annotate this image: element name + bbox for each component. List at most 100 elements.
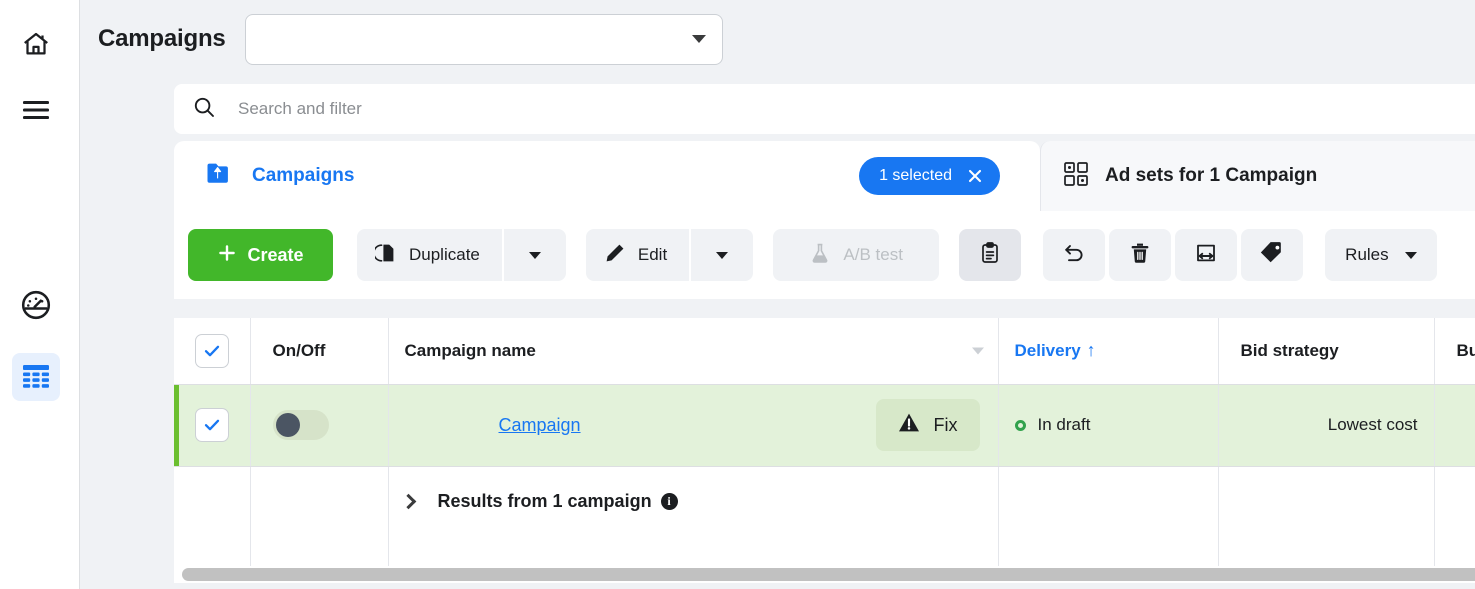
table-summary-row: Results from 1 campaign i: [174, 466, 1475, 566]
column-header-delivery[interactable]: Delivery ↑: [998, 318, 1219, 385]
edit-button-label: Edit: [637, 245, 668, 264]
undo-icon: [1062, 241, 1086, 270]
chevron-down-icon[interactable]: [971, 347, 984, 355]
select-all-header[interactable]: [174, 318, 251, 385]
selection-badge[interactable]: 1 selected: [859, 157, 1000, 195]
trash-icon: [1128, 241, 1152, 270]
row-selected-accent: [174, 384, 179, 466]
tag-button[interactable]: [1241, 229, 1304, 281]
row-delivery-cell: In draft: [998, 384, 1219, 467]
ab-test-button-label: A/B test: [843, 245, 903, 264]
delivery-status-label: In draft: [1037, 415, 1091, 434]
ads-manager-page: Campaigns Search and filter Campaigns 1 …: [0, 0, 1475, 589]
summary-delivery-cell: [998, 466, 1219, 566]
summary-check-cell: [174, 466, 251, 566]
account-select[interactable]: [244, 13, 723, 65]
sort-ascending-icon: ↑: [1086, 340, 1096, 361]
column-header-delivery-label: Delivery: [1014, 341, 1081, 361]
tab-campaigns-label: Campaigns: [252, 165, 355, 186]
row-bid-strategy-cell: Lowest cost: [1218, 384, 1435, 467]
campaign-toggle[interactable]: [272, 410, 329, 440]
duplicate-dropdown-button[interactable]: [503, 229, 566, 281]
flask-icon: [809, 242, 831, 269]
tab-ad-sets[interactable]: Ad sets for 1 Campaign: [1040, 141, 1475, 211]
sidebar-item-performance[interactable]: [12, 281, 60, 329]
entity-tabs: Campaigns 1 selected Ad sets for 1 Campa…: [174, 141, 1475, 211]
tab-ad-sets-label: Ad sets for 1 Campaign: [1105, 165, 1318, 186]
rules-button-label: Rules: [1345, 245, 1389, 264]
table-row[interactable]: Campaign Fix In draft Lowest cost: [174, 384, 1475, 467]
clipboard-button[interactable]: [959, 229, 1022, 281]
clipboard-icon: [978, 241, 1002, 270]
edit-button[interactable]: Edit: [585, 229, 690, 281]
bid-strategy-value: Lowest cost: [1327, 415, 1418, 434]
column-header-campaign-name-label: Campaign name: [404, 340, 536, 360]
page-title: Campaigns: [98, 25, 226, 52]
table-icon: [22, 364, 50, 390]
summary-bid-cell: [1218, 466, 1435, 566]
toggle-knob: [275, 413, 300, 437]
campaign-folder-icon: [206, 161, 236, 192]
row-onoff-cell[interactable]: [250, 384, 389, 467]
row-budget-cell: [1434, 384, 1475, 467]
column-header-budget[interactable]: Budget: [1434, 318, 1475, 385]
campaign-name-link[interactable]: Campaign: [499, 415, 581, 436]
chevron-down-icon: [1404, 251, 1417, 259]
column-header-onoff[interactable]: On/Off: [250, 318, 389, 385]
summary-budget-cell: [1434, 466, 1475, 566]
create-button-label: Create: [247, 244, 304, 265]
export-button[interactable]: [1175, 229, 1238, 281]
main-content: Campaigns Search and filter Campaigns 1 …: [80, 0, 1475, 589]
sidebar-item-home[interactable]: [12, 20, 60, 68]
delete-button[interactable]: [1109, 229, 1172, 281]
summary-label: Results from 1 campaign: [437, 490, 652, 511]
plus-icon: [217, 243, 237, 268]
row-campaign-name-cell: Campaign Fix: [388, 384, 999, 467]
search-icon: [192, 95, 216, 124]
ad-sets-grid-icon: [1063, 161, 1089, 192]
close-icon[interactable]: [966, 167, 984, 185]
rules-button[interactable]: Rules: [1325, 229, 1437, 281]
tab-campaigns[interactable]: Campaigns 1 selected: [174, 141, 1040, 211]
page-header: Campaigns: [80, 0, 1475, 78]
chevron-right-icon[interactable]: [400, 493, 416, 509]
duplicate-icon: [373, 242, 397, 269]
selection-badge-label: 1 selected: [879, 167, 952, 184]
horizontal-scrollbar-thumb[interactable]: [182, 568, 1475, 581]
fix-button[interactable]: Fix: [875, 399, 980, 451]
summary-onoff-cell: [250, 466, 389, 566]
edit-dropdown-button[interactable]: [691, 229, 754, 281]
pencil-icon: [604, 242, 626, 269]
left-nav-rail: [0, 0, 80, 589]
chevron-down-icon: [691, 35, 706, 43]
duplicate-button[interactable]: Duplicate: [357, 229, 502, 281]
search-input[interactable]: [238, 99, 738, 119]
warning-triangle-icon: [898, 412, 920, 438]
summary-name-cell: Results from 1 campaign i: [388, 466, 999, 566]
horizontal-scrollbar[interactable]: [174, 566, 1475, 583]
undo-button[interactable]: [1043, 229, 1106, 281]
create-button[interactable]: Create: [188, 229, 333, 281]
row-checkbox[interactable]: [194, 408, 229, 442]
select-all-checkbox[interactable]: [194, 333, 229, 368]
fix-button-label: Fix: [933, 414, 958, 435]
menu-icon: [21, 97, 51, 123]
export-icon: [1194, 241, 1218, 270]
sidebar-item-ads-manager[interactable]: [12, 353, 60, 401]
edit-split-button: Edit: [585, 229, 754, 281]
duplicate-split-button: Duplicate: [357, 229, 566, 281]
tag-icon: [1260, 241, 1284, 270]
column-header-bid-strategy[interactable]: Bid strategy: [1218, 318, 1435, 385]
sidebar-item-menu[interactable]: [12, 86, 60, 134]
ab-test-button[interactable]: A/B test: [773, 229, 940, 281]
row-select-cell[interactable]: [174, 384, 251, 467]
home-icon: [21, 29, 51, 59]
column-header-campaign-name[interactable]: Campaign name: [388, 318, 999, 385]
search-and-filter-bar[interactable]: [174, 84, 1475, 134]
info-icon[interactable]: i: [660, 492, 678, 510]
chevron-down-icon: [716, 251, 729, 259]
campaigns-table: On/Off Campaign name Delivery ↑ Bid strat…: [174, 318, 1475, 566]
status-dot-draft-icon: [1014, 419, 1026, 431]
table-header-row: On/Off Campaign name Delivery ↑ Bid strat…: [174, 318, 1475, 385]
action-toolbar: Create Duplicate Edit A/B test Rules: [174, 211, 1475, 299]
